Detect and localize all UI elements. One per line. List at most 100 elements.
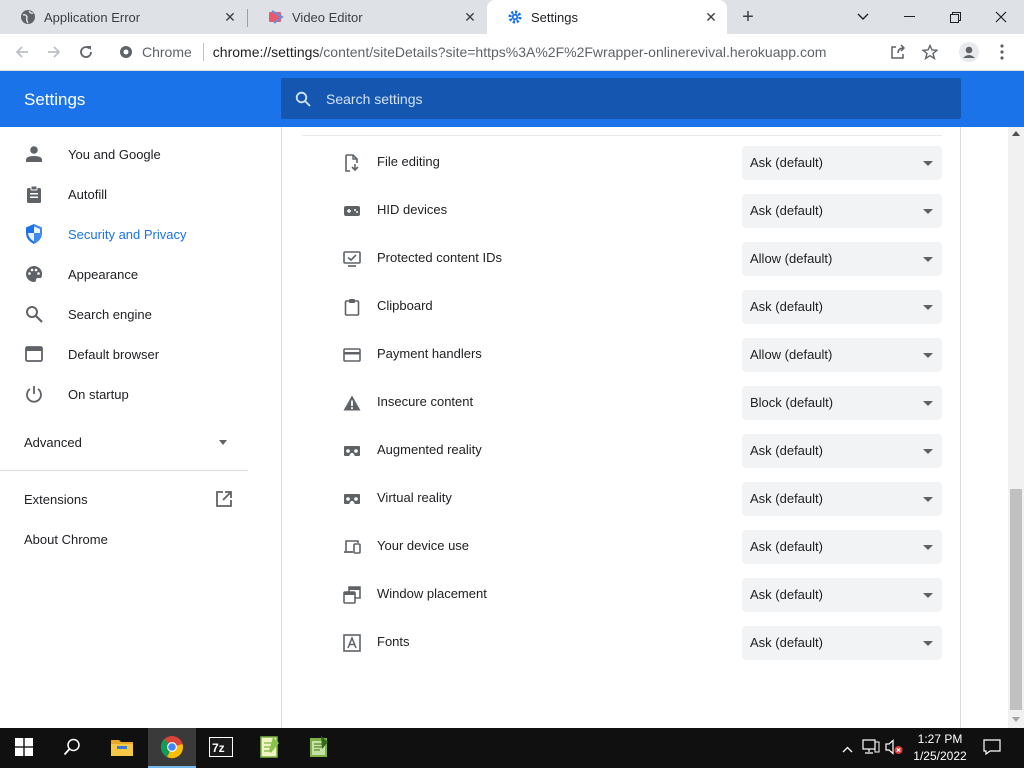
sidebar-item-label: Default browser (68, 346, 160, 362)
taskbar-search-button[interactable] (48, 728, 96, 768)
close-icon[interactable]: ✕ (703, 9, 719, 25)
permission-row-fonts: Fonts Ask (default) (282, 619, 960, 667)
permission-select-value: Ask (default) (750, 539, 823, 554)
globe-icon (20, 9, 36, 25)
permission-select[interactable]: Ask (default) (742, 290, 942, 324)
close-window-button[interactable] (978, 0, 1024, 34)
permission-select[interactable]: Allow (default) (742, 242, 942, 276)
permission-select[interactable]: Block (default) (742, 386, 942, 420)
page-scrollbar[interactable] (1008, 127, 1024, 728)
sidebar-item-label: About Chrome (24, 531, 108, 547)
search-icon (293, 89, 313, 109)
permission-select[interactable]: Allow (default) (742, 338, 942, 372)
scroll-down-arrow-icon[interactable] (1012, 717, 1020, 722)
search-box[interactable] (281, 78, 961, 119)
tab-strip: Application Error ✕ Video Editor ✕ Setti… (0, 0, 1024, 34)
chevron-up-icon (842, 741, 853, 756)
scrollbar-thumb[interactable] (1010, 489, 1022, 710)
permission-row-file-editing: File editing Ask (default) (282, 139, 960, 187)
permission-label: Your device use (377, 538, 470, 553)
permission-select[interactable]: Ask (default) (742, 626, 942, 660)
sidebar-item-search-engine[interactable]: Search engine (0, 294, 280, 334)
bookmark-star-icon[interactable] (918, 40, 942, 64)
tab-video-editor[interactable]: Video Editor ✕ (248, 0, 486, 34)
minimize-button[interactable] (886, 0, 932, 34)
taskbar-app-notepad-plus[interactable] (246, 728, 294, 768)
network-tray-button[interactable] (861, 728, 881, 768)
permission-select[interactable]: Ask (default) (742, 146, 942, 180)
gamepad-icon (342, 201, 362, 221)
notifications-button[interactable] (980, 728, 1004, 768)
dropdown-arrow-icon (923, 161, 933, 166)
taskbar-clock[interactable]: 1:27 PM 1/25/2022 (905, 731, 975, 765)
gear-icon (507, 9, 523, 25)
permission-label: File editing (377, 154, 440, 169)
kebab-menu-icon[interactable] (990, 40, 1014, 64)
close-icon[interactable]: ✕ (462, 9, 478, 25)
dropdown-arrow-icon (923, 257, 933, 262)
page-title: Settings (24, 90, 86, 109)
palette-icon (24, 264, 44, 284)
sidebar-item-label: Advanced (24, 434, 82, 450)
permission-label: Clipboard (377, 298, 433, 313)
permission-select[interactable]: Ask (default) (742, 194, 942, 228)
sidebar-item-default-browser[interactable]: Default browser (0, 334, 280, 374)
address-bar[interactable]: Chrome chrome://settings/content/siteDet… (110, 36, 950, 68)
dropdown-arrow-icon (923, 497, 933, 502)
taskbar-app-chrome[interactable] (148, 728, 196, 768)
permission-row-hid-devices: HID devices Ask (default) (282, 187, 960, 235)
permission-row-payment-handlers: Payment handlers Allow (default) (282, 331, 960, 379)
new-tab-button[interactable]: + (736, 5, 760, 29)
forward-button[interactable] (41, 39, 67, 65)
close-icon[interactable]: ✕ (222, 9, 238, 25)
permission-label: Payment handlers (377, 346, 482, 361)
show-hidden-icons-button[interactable] (838, 728, 856, 768)
open-in-new-icon (215, 490, 233, 511)
scroll-up-arrow-icon[interactable] (1012, 131, 1020, 136)
monitor-check-icon (342, 249, 362, 269)
start-button[interactable] (0, 728, 48, 768)
permission-select-value: Ask (default) (750, 299, 823, 314)
profile-avatar-icon[interactable] (957, 40, 981, 64)
warning-icon (342, 393, 362, 413)
back-button[interactable] (9, 39, 35, 65)
permission-select[interactable]: Ask (default) (742, 434, 942, 468)
permission-select-value: Ask (default) (750, 203, 823, 218)
share-icon[interactable] (886, 40, 910, 64)
permission-select[interactable]: Ask (default) (742, 530, 942, 564)
tab-application-error[interactable]: Application Error ✕ (0, 0, 246, 34)
sidebar-item-on-startup[interactable]: On startup (0, 374, 280, 414)
taskbar-app-notepad-green[interactable] (295, 728, 343, 768)
permission-select-value: Block (default) (750, 395, 834, 410)
shield-icon (24, 224, 44, 244)
sidebar-item-extensions[interactable]: Extensions (0, 479, 280, 519)
sidebar-item-autofill[interactable]: Autofill (0, 174, 280, 214)
sidebar-item-label: Appearance (68, 266, 139, 282)
chrome-icon (160, 735, 184, 762)
taskbar-app-7zip[interactable]: 7z (197, 728, 245, 768)
volume-tray-button[interactable] (884, 728, 904, 768)
sidebar-advanced-toggle[interactable]: Advanced (0, 422, 280, 462)
search-input[interactable] (326, 90, 886, 107)
taskbar-app-file-explorer[interactable] (98, 728, 146, 768)
sidebar-item-label: Search engine (68, 306, 152, 322)
tab-search-icon[interactable] (840, 0, 886, 34)
sidebar-item-security-and-privacy[interactable]: Security and Privacy (0, 214, 280, 254)
permission-select[interactable]: Ask (default) (742, 482, 942, 516)
permission-row-window-placement: Window placement Ask (default) (282, 571, 960, 619)
clock-date: 1/25/2022 (913, 749, 967, 763)
font-icon (342, 633, 362, 653)
restore-button[interactable] (932, 0, 978, 34)
dropdown-arrow-icon (923, 545, 933, 550)
devices-icon (342, 537, 362, 557)
tab-title: Application Error (44, 9, 141, 25)
permission-select[interactable]: Ask (default) (742, 578, 942, 612)
permission-row-your-device-use: Your device use Ask (default) (282, 523, 960, 571)
reload-button[interactable] (73, 39, 99, 65)
sidebar-item-you-and-google[interactable]: You and Google (0, 134, 280, 174)
sidebar-item-about-chrome[interactable]: About Chrome (0, 519, 280, 559)
sidebar-item-appearance[interactable]: Appearance (0, 254, 280, 294)
sidebar-item-label: Autofill (68, 186, 108, 202)
permission-label: Window placement (377, 586, 487, 601)
tab-settings[interactable]: Settings ✕ (487, 0, 727, 34)
